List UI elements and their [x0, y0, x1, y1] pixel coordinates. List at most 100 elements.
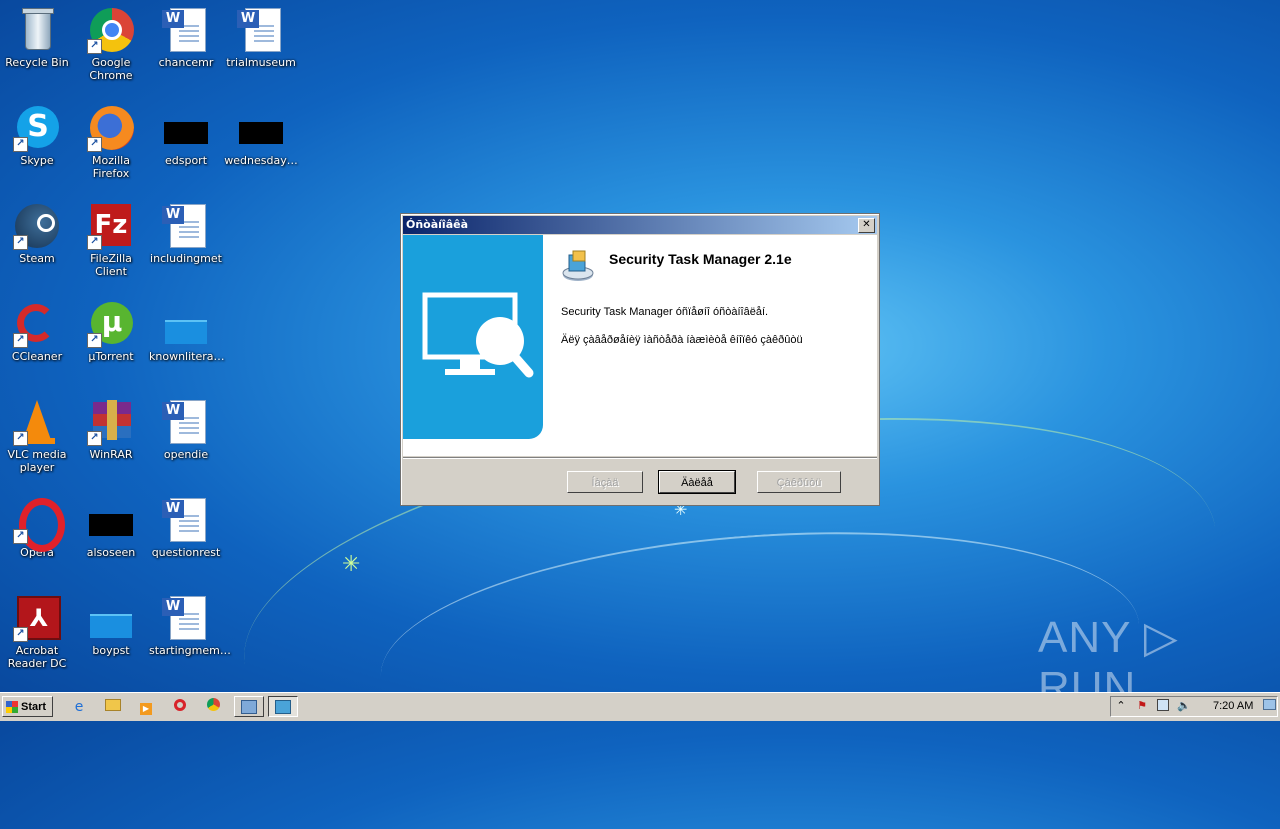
- start-button[interactable]: Start: [2, 696, 53, 717]
- show-hidden-icons-icon[interactable]: ⌃: [1114, 699, 1128, 713]
- chrome-taskbar-icon[interactable]: [204, 698, 222, 716]
- icon-label: Google Chrome: [89, 56, 133, 82]
- setup-package-icon: [562, 250, 594, 281]
- icon-label: VLC media player: [7, 448, 67, 474]
- word-document-icon: W: [162, 594, 210, 642]
- taskbar-app-button[interactable]: [234, 696, 264, 717]
- dialog-title: Óñòàíîâêà: [406, 218, 469, 231]
- word-document-icon: W: [162, 398, 210, 446]
- next-button[interactable]: Äàëåå: [658, 470, 736, 494]
- dialog-titlebar[interactable]: Óñòàíîâêà ✕: [403, 216, 877, 234]
- icon-label: questionrest: [151, 546, 221, 559]
- word-document-icon: W: [162, 496, 210, 544]
- desktop-icon-opera[interactable]: ↗ Opera: [0, 496, 74, 559]
- folder-icon: [162, 300, 210, 348]
- desktop-icon-questionrest[interactable]: W questionrest: [149, 496, 223, 559]
- dialog-separator: [403, 457, 877, 459]
- desktop-icon-acrobat[interactable]: ⅄ ↗ Acrobat Reader DC: [0, 594, 74, 670]
- recycle-bin-icon: [13, 6, 61, 54]
- clock[interactable]: 7:20 AM: [1213, 700, 1253, 712]
- acrobat-icon: ⅄ ↗: [13, 594, 61, 642]
- desktop-icon-winrar[interactable]: ↗ WinRAR: [74, 398, 148, 461]
- icon-label: Skype: [20, 154, 54, 167]
- desktop-icon-opendie[interactable]: W opendie: [149, 398, 223, 461]
- firefox-icon: ↗: [87, 104, 135, 152]
- icon-label: startingmem…: [149, 644, 231, 657]
- finish-instruction-message: Äëÿ çàâåðøåíèÿ ìàñòåðà íàæìèòå êíîïêó çà…: [561, 334, 803, 346]
- desktop-icon-knownlitera[interactable]: knownlitera…: [149, 300, 225, 363]
- icon-label: Steam: [19, 252, 55, 265]
- folder-icon: [87, 594, 135, 642]
- desktop-icon-vlc[interactable]: ↗ VLC media player: [0, 398, 74, 474]
- icon-label: WinRAR: [89, 448, 133, 461]
- taskbar-installer-button[interactable]: [268, 696, 298, 717]
- media-player-icon[interactable]: ▶: [137, 698, 155, 716]
- skype-icon: S ↗: [13, 104, 61, 152]
- icon-label: opendie: [163, 448, 209, 461]
- network-icon[interactable]: [1156, 699, 1170, 713]
- icon-label: FileZilla Client: [90, 252, 132, 278]
- show-desktop-icon[interactable]: [1262, 699, 1276, 713]
- window-app-icon: [241, 699, 257, 714]
- desktop-icon-steam[interactable]: ↗ Steam: [0, 202, 74, 265]
- icon-label: CCleaner: [11, 350, 63, 363]
- internet-explorer-icon[interactable]: e: [70, 698, 88, 716]
- desktop-icon-recycle-bin[interactable]: Recycle Bin: [0, 6, 74, 69]
- volume-icon[interactable]: 🔈: [1177, 699, 1191, 713]
- system-tray: ⌃ ⚑ 🔈 7:20 AM: [1110, 696, 1278, 717]
- desktop-icon-edsport[interactable]: edsport: [149, 104, 223, 167]
- desktop-icon-alsoseen[interactable]: alsoseen: [74, 496, 148, 559]
- action-center-flag-icon[interactable]: ⚑: [1135, 699, 1149, 713]
- utorrent-icon: µ ↗: [87, 300, 135, 348]
- ccleaner-icon: ↗: [13, 300, 61, 348]
- icon-label: includingmet: [150, 252, 222, 265]
- chrome-icon: ↗: [87, 6, 135, 54]
- setup-app-icon: [275, 699, 291, 714]
- desktop-icon-utorrent[interactable]: µ ↗ µTorrent: [74, 300, 148, 363]
- desktop-icon-includingmet[interactable]: W includingmet: [149, 202, 223, 265]
- opera-taskbar-icon[interactable]: [171, 698, 189, 716]
- close-wizard-button[interactable]: Çàêðûòü: [757, 471, 841, 493]
- back-button[interactable]: Íàçàä: [567, 471, 643, 493]
- steam-icon: ↗: [13, 202, 61, 250]
- opera-icon: ↗: [13, 496, 65, 552]
- icon-label: µTorrent: [88, 350, 134, 363]
- desktop-icon-ccleaner[interactable]: ↗ CCleaner: [0, 300, 74, 363]
- word-document-icon: W: [237, 6, 285, 54]
- desktop-icon-trialmuseum[interactable]: W trialmuseum: [224, 6, 298, 69]
- desktop-icon-wednesday[interactable]: wednesday…: [224, 104, 298, 167]
- icon-label: knownlitera…: [149, 350, 225, 363]
- desktop-icon-chrome[interactable]: ↗ Google Chrome: [74, 6, 148, 82]
- desktop-icon-firefox[interactable]: ↗ Mozilla Firefox: [74, 104, 148, 180]
- desktop-icon-filezilla[interactable]: Fz ↗ FileZilla Client: [74, 202, 148, 278]
- installer-dialog: Óñòàíîâêà ✕ Security Task Manager 2.1e S…: [400, 213, 880, 506]
- wallpaper-sparkle: ✳: [342, 552, 361, 577]
- vlc-cone-icon: ↗: [13, 398, 61, 446]
- winrar-icon: ↗: [87, 398, 135, 446]
- desktop-icon-startingmem[interactable]: W startingmem…: [149, 594, 231, 657]
- filezilla-icon: Fz ↗: [87, 202, 135, 250]
- dialog-side-panel: [403, 235, 543, 439]
- install-complete-message: Security Task Manager óñïåøíî óñòàíîâëåí…: [561, 306, 769, 318]
- start-label: Start: [21, 701, 47, 713]
- desktop-icon-boypst[interactable]: boypst: [74, 594, 148, 657]
- word-document-icon: W: [162, 202, 210, 250]
- explorer-folder-icon[interactable]: [104, 698, 122, 716]
- close-button[interactable]: ✕: [858, 218, 875, 233]
- file-icon: [87, 496, 135, 544]
- icon-label: wednesday…: [224, 154, 298, 167]
- taskbar: Start e ▶ ⌃ ⚑ 🔈 7:20 AM: [0, 692, 1280, 721]
- monitor-search-icon: [422, 292, 534, 378]
- icon-label: Mozilla Firefox: [92, 154, 130, 180]
- icon-label: Acrobat Reader DC: [7, 644, 67, 670]
- icon-label: edsport: [164, 154, 208, 167]
- word-document-icon: W: [162, 6, 210, 54]
- dialog-content: Security Task Manager 2.1e Security Task…: [403, 235, 877, 456]
- file-icon: [162, 104, 210, 152]
- product-title: Security Task Manager 2.1e: [609, 251, 792, 267]
- file-icon: [237, 104, 285, 152]
- icon-label: trialmuseum: [226, 56, 296, 69]
- desktop-icon-chancemr[interactable]: W chancemr: [149, 6, 223, 69]
- icon-label: boypst: [92, 644, 130, 657]
- desktop-icon-skype[interactable]: S ↗ Skype: [0, 104, 74, 167]
